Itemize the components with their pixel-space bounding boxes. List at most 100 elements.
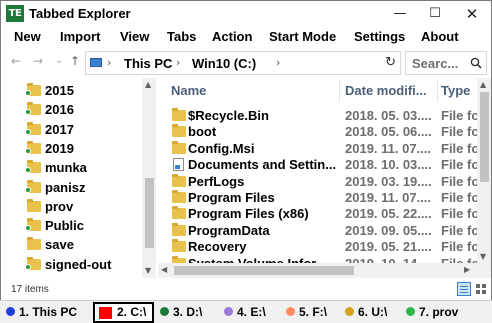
breadcrumb-this-pc[interactable]: This PC: [124, 56, 172, 71]
nav-item[interactable]: 2016: [1, 101, 141, 120]
forward-button[interactable]: →: [33, 54, 43, 68]
folder-icon: [172, 222, 186, 236]
back-button[interactable]: ←: [11, 54, 21, 68]
navigation-pane: 2015 2016 2017 2019 munka panisz prov Public sav…: [0, 78, 156, 278]
menu-import[interactable]: Import: [60, 29, 100, 44]
drive-tab[interactable]: 6. U:\: [341, 302, 400, 323]
vertical-scrollbar-thumb[interactable]: [480, 92, 489, 182]
drive-tab-label: 3. D:\: [173, 305, 203, 319]
horizontal-scrollbar-thumb[interactable]: [174, 266, 354, 275]
nav-item[interactable]: panisz: [1, 179, 141, 198]
file-row[interactable]: ProgramData 2019. 09. 05.... File fo: [158, 222, 477, 240]
file-date-modified: 2018. 10. 03....: [345, 157, 432, 173]
breadcrumb-separator[interactable]: ›: [276, 56, 280, 69]
drive-tab[interactable]: 4. E:\: [220, 302, 280, 323]
column-divider[interactable]: [437, 80, 438, 102]
up-button[interactable]: ↑: [70, 54, 80, 68]
nav-item[interactable]: munka: [1, 159, 141, 178]
drive-tab[interactable]: 3. D:\: [156, 302, 218, 323]
file-list-horizontal-scrollbar[interactable]: ◀ ▶: [158, 263, 491, 278]
sync-status-icon: [25, 186, 31, 193]
folder-icon: [172, 140, 186, 154]
file-row[interactable]: Program Files 2019. 11. 07.... File fo: [158, 189, 477, 207]
file-row[interactable]: Documents and Settin... 2018. 10. 03.... F…: [158, 156, 477, 174]
drive-tab[interactable]: 2. C:\: [93, 302, 154, 323]
menu-new[interactable]: New: [14, 29, 41, 44]
details-view-icon[interactable]: [457, 282, 471, 296]
nav-item[interactable]: prov: [1, 198, 141, 217]
nav-item-label: 2017: [45, 121, 74, 137]
file-date-modified: 2019. 03. 19....: [345, 173, 432, 189]
file-name: Recovery: [188, 239, 247, 255]
nav-scrollbar[interactable]: ▲ ▼: [142, 78, 156, 278]
file-list-vertical-scrollbar[interactable]: ▲ ▼: [477, 78, 491, 263]
file-date-modified: 2018. 05. 06....: [345, 124, 432, 140]
file-row[interactable]: Recovery 2019. 05. 21.... File fo: [158, 238, 477, 256]
nav-item[interactable]: signed-out: [1, 256, 141, 275]
folder-icon: [172, 108, 186, 121]
column-header-name[interactable]: Name: [171, 78, 321, 104]
address-box[interactable]: › This PC › Win10 (C:) › ↻: [85, 51, 401, 75]
menu-settings[interactable]: Settings: [354, 29, 405, 44]
file-type: File fo: [441, 190, 477, 205]
window-title: Tabbed Explorer: [29, 6, 131, 21]
file-name: Documents and Settin...: [188, 157, 337, 173]
file-type: File fo: [441, 239, 477, 255]
large-icons-view-icon[interactable]: [474, 282, 488, 296]
file-type: File fo: [441, 206, 477, 222]
menu-action[interactable]: Action: [212, 29, 252, 44]
nav-item[interactable]: 2019: [1, 140, 141, 159]
column-header-date[interactable]: Date modifi...: [345, 78, 437, 104]
drive-tab[interactable]: 1. This PC: [2, 302, 91, 323]
menu-start-mode[interactable]: Start Mode: [269, 29, 336, 44]
file-type: File fo: [441, 124, 477, 140]
drive-tab[interactable]: 5. F:\: [282, 302, 339, 323]
nav-item-label: 2015: [45, 83, 74, 98]
file-row[interactable]: $Recycle.Bin 2018. 05. 03.... File fo: [158, 107, 477, 125]
folder-icon: [27, 198, 41, 212]
column-header-type[interactable]: Type: [441, 78, 477, 104]
breadcrumb-separator[interactable]: ›: [107, 56, 111, 69]
file-name: boot: [188, 124, 217, 140]
nav-item[interactable]: 2017: [1, 121, 141, 140]
recent-locations-button[interactable]: ⌄: [55, 55, 63, 66]
file-row[interactable]: boot 2018. 05. 06.... File fo: [158, 123, 477, 141]
file-type: File fo: [441, 108, 477, 123]
nav-item[interactable]: 2015: [1, 82, 141, 101]
nav-item[interactable]: Public: [1, 217, 141, 236]
title-bar: TE Tabbed Explorer — ☐ ✕: [0, 0, 492, 26]
scroll-up-arrow-icon[interactable]: ▲: [480, 80, 486, 89]
scroll-down-arrow-icon[interactable]: ▼: [480, 252, 486, 261]
minimize-button[interactable]: —: [381, 1, 419, 27]
file-list: Name ˄ Date modifi... Type $Recycle.Bin 2…: [158, 78, 492, 278]
menu-view[interactable]: View: [120, 29, 149, 44]
file-row[interactable]: PerfLogs 2019. 03. 19.... File fo: [158, 173, 477, 191]
maximize-button[interactable]: ☐: [416, 1, 454, 27]
drive-color-icon: [406, 307, 415, 316]
close-button[interactable]: ✕: [453, 1, 491, 27]
scroll-down-arrow-icon[interactable]: ▼: [145, 266, 151, 275]
file-name: ProgramData: [188, 222, 270, 238]
nav-item-label: 2019: [45, 140, 74, 156]
scroll-left-arrow-icon[interactable]: ◀: [161, 265, 167, 274]
nav-scrollbar-thumb[interactable]: [145, 178, 154, 248]
file-row[interactable]: Config.Msi 2019. 11. 07.... File fo: [158, 140, 477, 158]
nav-item[interactable]: save: [1, 236, 141, 255]
search-input[interactable]: Searc...: [412, 56, 458, 71]
menu-about[interactable]: About: [421, 29, 459, 44]
breadcrumb-separator[interactable]: ›: [176, 56, 180, 69]
scroll-up-arrow-icon[interactable]: ▲: [145, 80, 151, 89]
file-row[interactable]: Program Files (x86) 2019. 05. 22.... File …: [158, 205, 477, 223]
breadcrumb-drive-c[interactable]: Win10 (C:): [192, 56, 256, 71]
scroll-right-arrow-icon[interactable]: ▶: [464, 265, 470, 274]
file-name: Program Files (x86): [188, 206, 309, 222]
column-divider[interactable]: [339, 80, 340, 102]
refresh-icon[interactable]: ↻: [385, 55, 396, 70]
app-icon: TE: [6, 5, 24, 22]
menu-tabs[interactable]: Tabs: [167, 29, 196, 44]
drive-tab-label: 5. F:\: [299, 305, 328, 319]
search-box[interactable]: Searc...: [405, 51, 487, 75]
file-name: PerfLogs: [188, 173, 245, 189]
file-type: File fo: [441, 157, 477, 173]
drive-tab[interactable]: 7. prov: [402, 302, 468, 323]
